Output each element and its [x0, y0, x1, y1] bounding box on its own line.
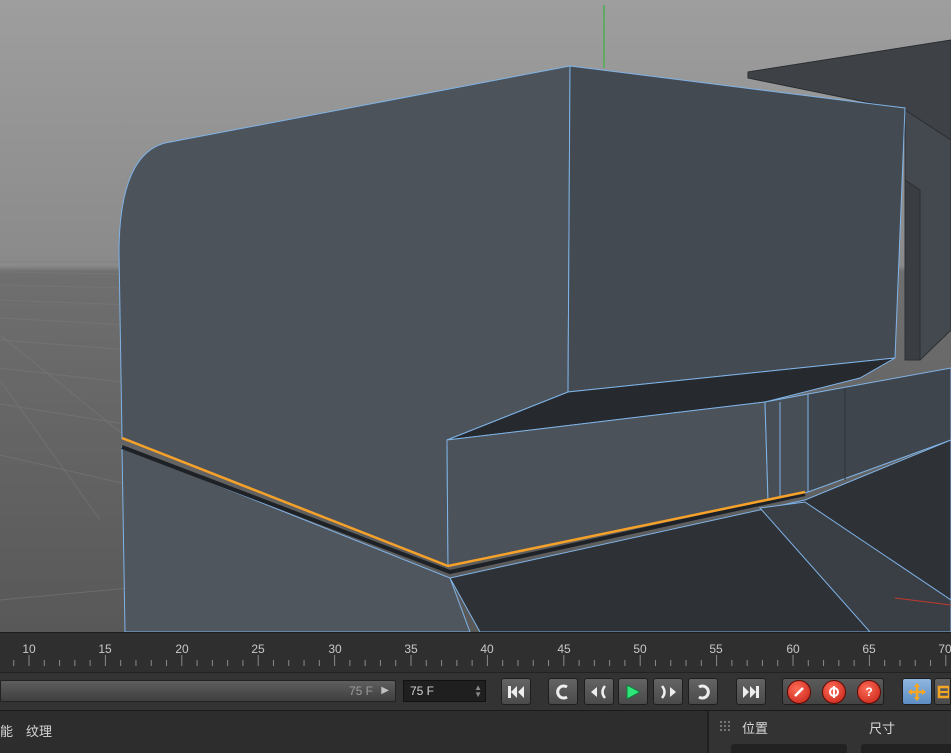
frame-range-slider[interactable]: 75 F ▶ — [0, 680, 396, 702]
record-icon[interactable] — [787, 680, 811, 704]
tick-label-45: 45 — [557, 642, 571, 656]
current-frame-value: 75 F — [410, 684, 435, 698]
keyframe-selection-icon[interactable]: ? — [857, 680, 881, 704]
step-back-key-button[interactable] — [548, 678, 578, 705]
move-tool-button[interactable] — [902, 678, 932, 705]
panel-grip-icon[interactable] — [719, 720, 731, 732]
tick-label-30: 30 — [328, 642, 342, 656]
bottom-panels: 能 纹理 位置 尺寸 — [0, 710, 951, 753]
step-back-frame-button[interactable] — [584, 678, 614, 705]
step-forward-frame-button[interactable] — [653, 678, 683, 705]
tick-label-35: 35 — [404, 642, 418, 656]
play-small-icon: ▶ — [381, 685, 389, 696]
timeline-ruler[interactable]: 10 15 20 25 30 35 40 45 50 55 60 65 70 — [0, 632, 951, 673]
step-forward-icon — [660, 684, 676, 699]
upper-block-right-face — [567, 65, 906, 393]
background-object-edge — [904, 179, 921, 361]
scale-tool-button[interactable] — [934, 678, 951, 705]
tick-label-60: 60 — [786, 642, 800, 656]
move-arrows-icon — [908, 682, 926, 701]
current-frame-field[interactable]: 75 F ▲ ▼ — [403, 680, 486, 702]
tick-label-15: 15 — [98, 642, 112, 656]
tick-label-70: 70 — [938, 642, 951, 656]
tab-texture[interactable]: 纹理 — [26, 721, 52, 740]
tick-label-20: 20 — [175, 642, 189, 656]
autokey-glyph-icon — [829, 686, 839, 698]
slider-frame-value: 75 F — [348, 684, 373, 698]
step-back-icon — [591, 684, 607, 699]
loop-forward-icon — [698, 684, 710, 699]
tick-label-10: 10 — [22, 642, 36, 656]
tab-function-partial[interactable]: 能 — [0, 721, 13, 740]
go-to-start-button[interactable] — [501, 678, 531, 705]
key-icon — [794, 687, 804, 697]
coordinates-panel: 位置 尺寸 — [707, 711, 951, 753]
go-to-end-icon — [743, 685, 759, 698]
3d-viewport[interactable] — [0, 0, 951, 632]
viewport-canvas[interactable] — [0, 0, 951, 632]
play-icon — [626, 683, 641, 700]
size-label: 尺寸 — [869, 721, 896, 736]
inset-side-strip — [764, 393, 809, 501]
tick-label-25: 25 — [251, 642, 265, 656]
scale-icon — [937, 685, 949, 698]
position-label: 位置 — [742, 721, 769, 736]
timeline-ticks — [13, 655, 947, 666]
tick-label-40: 40 — [480, 642, 494, 656]
step-forward-key-button[interactable] — [688, 678, 718, 705]
loop-back-icon — [556, 684, 568, 699]
tick-label-65: 65 — [862, 642, 876, 656]
autokey-icon[interactable] — [822, 680, 846, 704]
go-to-end-button[interactable] — [736, 678, 766, 705]
tick-label-50: 50 — [633, 642, 647, 656]
transport-bar: 75 F ▶ 75 F ▲ ▼ ? — [0, 672, 951, 711]
play-button[interactable] — [618, 678, 648, 705]
spinner-icon[interactable]: ▲ ▼ — [474, 684, 482, 699]
go-to-start-icon — [508, 685, 524, 698]
tick-label-55: 55 — [709, 642, 723, 656]
